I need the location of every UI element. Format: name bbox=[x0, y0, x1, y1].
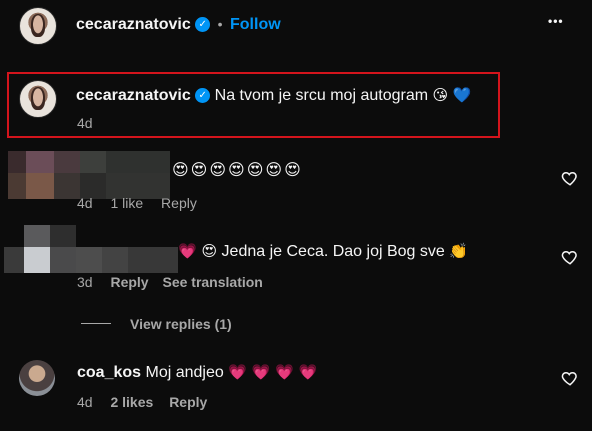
comment-1-time: 4d bbox=[77, 195, 93, 211]
comment-1-likes[interactable]: 1 like bbox=[110, 195, 143, 211]
follow-button[interactable]: Follow bbox=[230, 16, 281, 33]
comment-3-username[interactable]: coa_kos bbox=[77, 364, 141, 381]
verified-badge-icon: ✓ bbox=[195, 88, 211, 104]
comment-2-reply-button[interactable]: Reply bbox=[110, 274, 148, 290]
header-separator: • bbox=[217, 16, 223, 32]
comment-1-pixelated-user bbox=[8, 151, 170, 201]
comment-1-like-heart-icon[interactable] bbox=[561, 169, 579, 187]
comment-3-time: 4d bbox=[77, 394, 93, 410]
comment-3-meta: 4d 2 likes Reply bbox=[77, 394, 207, 410]
coa-kos-avatar[interactable] bbox=[19, 360, 55, 396]
header-avatar[interactable] bbox=[19, 7, 57, 45]
comment-3-reply-button[interactable]: Reply bbox=[169, 394, 207, 410]
comment-3-text: Moj andjeo bbox=[145, 364, 224, 381]
verified-badge-icon: ✓ bbox=[195, 17, 211, 33]
comment-2-time: 3d bbox=[77, 274, 93, 290]
comment-2-meta: 3d Reply See translation bbox=[77, 274, 263, 290]
caption-text: Na tvom je srcu moj autogram bbox=[214, 87, 429, 104]
comment-2-emoji-suffix: 👏 bbox=[449, 242, 468, 260]
comment-3-like-heart-icon[interactable] bbox=[561, 369, 579, 387]
caption-avatar[interactable] bbox=[19, 80, 57, 118]
caption-time: 4d bbox=[77, 115, 93, 131]
comment-2-pixelated-user bbox=[4, 225, 178, 275]
comment-3-likes[interactable]: 2 likes bbox=[110, 394, 153, 410]
comment-2-text-row: 💗 😍 Jedna je Ceca. Dao joj Bog sve 👏 bbox=[178, 242, 468, 261]
view-replies-divider bbox=[81, 323, 111, 324]
comment-1-text: 😍😍😍😍😍😍😍 bbox=[172, 160, 303, 179]
comment-1-meta: 4d 1 like Reply bbox=[77, 195, 197, 211]
view-replies-button[interactable]: View replies (1) bbox=[130, 316, 232, 332]
more-options-icon[interactable]: ••• bbox=[548, 14, 564, 28]
comment-2-see-translation[interactable]: See translation bbox=[162, 274, 262, 290]
header-username-row: cecaraznatovic ✓ • Follow bbox=[76, 16, 281, 36]
comment-2-like-heart-icon[interactable] bbox=[561, 248, 579, 266]
caption-username[interactable]: cecaraznatovic bbox=[76, 87, 191, 104]
comment-3-text-row: coa_kos Moj andjeo 💗 💗 💗 💗 bbox=[77, 363, 317, 382]
comment-3-emojis: 💗 💗 💗 💗 bbox=[228, 363, 318, 381]
comment-2-text: Jedna je Ceca. Dao joj Bog sve bbox=[221, 243, 445, 260]
comment-2-emoji-prefix: 💗 😍 bbox=[178, 242, 218, 260]
header-username[interactable]: cecaraznatovic bbox=[76, 16, 191, 33]
comment-1-reply-button[interactable]: Reply bbox=[161, 195, 197, 211]
caption-emojis: 😘 💙 bbox=[432, 86, 472, 104]
caption-line: cecaraznatovic ✓ Na tvom je srcu moj aut… bbox=[76, 86, 472, 105]
